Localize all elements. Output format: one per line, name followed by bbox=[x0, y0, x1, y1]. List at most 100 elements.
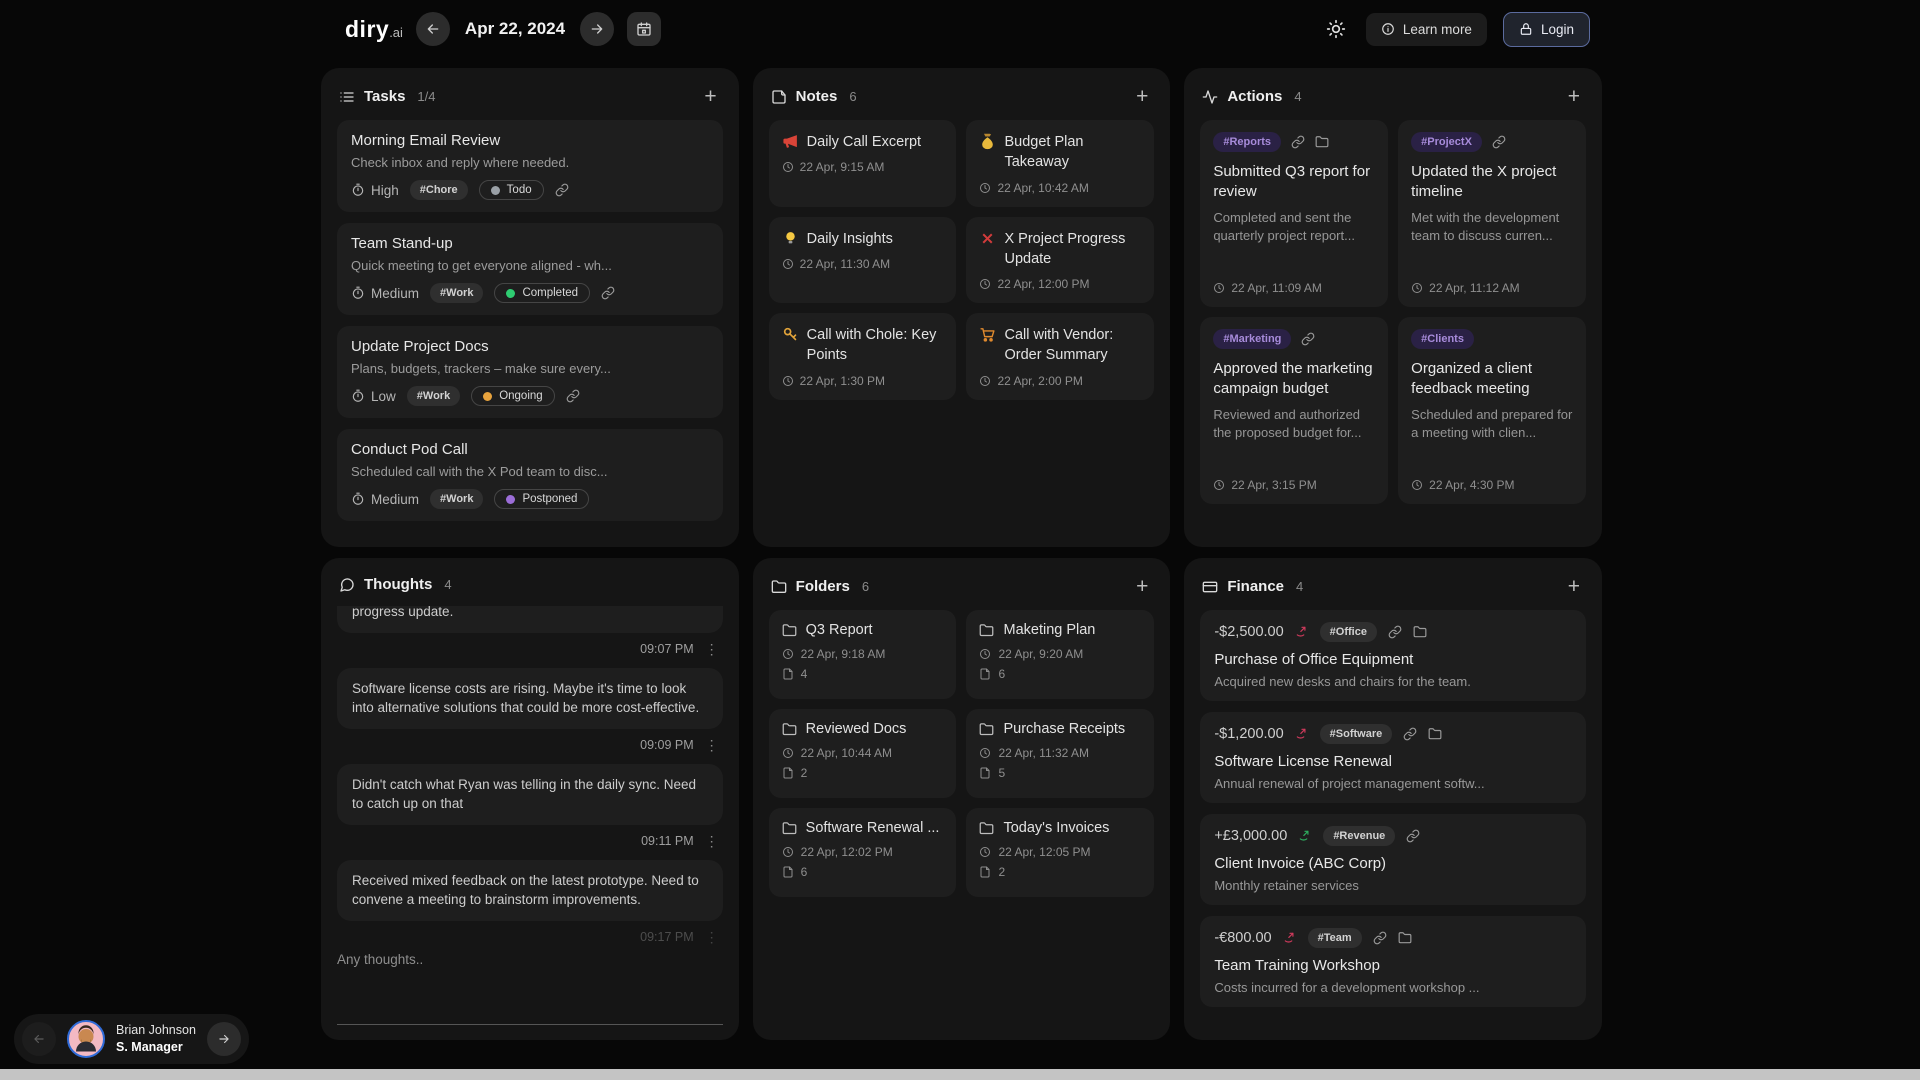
finance-card[interactable]: -$2,500.00 #Office Purchase of Office Eq… bbox=[1200, 610, 1586, 701]
thought-menu-button[interactable]: ⋮ bbox=[705, 833, 719, 850]
action-tag[interactable]: #ProjectX bbox=[1411, 132, 1482, 152]
folder-icon[interactable] bbox=[1413, 625, 1427, 639]
folder-icon[interactable] bbox=[1428, 727, 1442, 741]
task-description: Plans, budgets, trackers – make sure eve… bbox=[351, 361, 709, 376]
learn-more-button[interactable]: Learn more bbox=[1366, 13, 1487, 46]
avatar[interactable] bbox=[67, 1020, 105, 1058]
add-task-button[interactable]: + bbox=[700, 86, 720, 107]
action-card[interactable]: #Marketing Approved the marketing campai… bbox=[1200, 317, 1388, 504]
task-priority: Medium bbox=[351, 492, 419, 507]
folder-card[interactable]: Q3 Report 22 Apr, 9:18 AM 4 bbox=[769, 610, 957, 699]
calendar-button[interactable] bbox=[627, 12, 661, 46]
thought-time: 09:17 PM bbox=[640, 930, 694, 944]
note-card[interactable]: X Project Progress Update 22 Apr, 12:00 … bbox=[966, 217, 1154, 304]
next-user-button[interactable] bbox=[207, 1022, 241, 1056]
folder-card[interactable]: Maketing Plan 22 Apr, 9:20 AM 6 bbox=[966, 610, 1154, 699]
finance-tag[interactable]: #Revenue bbox=[1323, 826, 1395, 846]
finance-list: -$2,500.00 #Office Purchase of Office Eq… bbox=[1200, 610, 1586, 1018]
add-folder-button[interactable]: + bbox=[1132, 576, 1152, 597]
thought-input[interactable]: Any thoughts.. bbox=[337, 951, 723, 1025]
finance-tag[interactable]: #Software bbox=[1320, 724, 1393, 744]
link-icon[interactable] bbox=[1406, 829, 1420, 843]
finance-tag[interactable]: #Team bbox=[1308, 928, 1362, 948]
thought-bubble[interactable]: progress update. bbox=[337, 606, 723, 633]
folder-file-count: 2 bbox=[782, 766, 944, 780]
clock-icon bbox=[1213, 282, 1225, 294]
link-icon[interactable] bbox=[1492, 135, 1506, 149]
action-card[interactable]: #Reports Submitted Q3 report for review … bbox=[1200, 120, 1388, 307]
finance-card[interactable]: -€800.00 #Team Team Training Workshop Co… bbox=[1200, 916, 1586, 1007]
action-title: Updated the X project timeline bbox=[1411, 162, 1573, 201]
task-status-pill[interactable]: Ongoing bbox=[471, 386, 554, 406]
thought-bubble[interactable]: Didn't catch what Ryan was telling in th… bbox=[337, 764, 723, 825]
next-day-button[interactable] bbox=[580, 12, 614, 46]
action-tag[interactable]: #Marketing bbox=[1213, 329, 1291, 349]
folder-icon bbox=[979, 821, 994, 836]
app-logo[interactable]: diry.ai bbox=[345, 16, 403, 43]
link-icon[interactable] bbox=[1388, 625, 1402, 639]
add-note-button[interactable]: + bbox=[1132, 86, 1152, 107]
task-card[interactable]: Morning Email Review Check inbox and rep… bbox=[337, 120, 723, 212]
finance-amount: -$2,500.00 bbox=[1214, 624, 1283, 640]
action-card[interactable]: #ProjectX Updated the X project timeline… bbox=[1398, 120, 1586, 307]
task-status-pill[interactable]: Todo bbox=[479, 180, 544, 200]
folder-card[interactable]: Today's Invoices 22 Apr, 12:05 PM 2 bbox=[966, 808, 1154, 897]
link-icon[interactable] bbox=[1373, 931, 1387, 945]
note-card[interactable]: Budget Plan Takeaway 22 Apr, 10:42 AM bbox=[966, 120, 1154, 207]
folder-card[interactable]: Purchase Receipts 22 Apr, 11:32 AM 5 bbox=[966, 709, 1154, 798]
login-button[interactable]: Login bbox=[1503, 12, 1590, 47]
task-card[interactable]: Conduct Pod Call Scheduled call with the… bbox=[337, 429, 723, 521]
link-icon[interactable] bbox=[555, 183, 569, 197]
arrow-right-icon bbox=[217, 1032, 231, 1046]
action-card[interactable]: #Clients Organized a client feedback mee… bbox=[1398, 317, 1586, 504]
thoughts-list[interactable]: progress update. 09:07 PM ⋮ Software lic… bbox=[337, 606, 723, 951]
prev-day-button[interactable] bbox=[416, 12, 450, 46]
add-action-button[interactable]: + bbox=[1564, 86, 1584, 107]
thought-menu-button[interactable]: ⋮ bbox=[705, 737, 719, 754]
task-card[interactable]: Team Stand-up Quick meeting to get every… bbox=[337, 223, 723, 315]
file-icon bbox=[782, 767, 794, 779]
folder-icon[interactable] bbox=[1398, 931, 1412, 945]
note-card[interactable]: Call with Vendor: Order Summary 22 Apr, … bbox=[966, 313, 1154, 400]
link-icon[interactable] bbox=[1291, 135, 1305, 149]
note-card[interactable]: Daily Call Excerpt 22 Apr, 9:15 AM bbox=[769, 120, 957, 207]
task-tag[interactable]: #Work bbox=[430, 489, 483, 509]
thought-menu-button[interactable]: ⋮ bbox=[705, 929, 719, 946]
action-tag[interactable]: #Clients bbox=[1411, 329, 1474, 349]
finance-card[interactable]: -$1,200.00 #Software Software License Re… bbox=[1200, 712, 1586, 803]
link-icon[interactable] bbox=[1301, 332, 1315, 346]
task-tag[interactable]: #Work bbox=[430, 283, 483, 303]
folder-title: Maketing Plan bbox=[1003, 622, 1095, 638]
thought-menu-button[interactable]: ⋮ bbox=[705, 641, 719, 658]
link-icon[interactable] bbox=[601, 286, 615, 300]
folder-time: 22 Apr, 9:20 AM bbox=[979, 647, 1141, 661]
task-card[interactable]: Update Project Docs Plans, budgets, trac… bbox=[337, 326, 723, 418]
thought-item: Didn't catch what Ryan was telling in th… bbox=[337, 764, 723, 860]
folder-card[interactable]: Reviewed Docs 22 Apr, 10:44 AM 2 bbox=[769, 709, 957, 798]
note-card[interactable]: Daily Insights 22 Apr, 11:30 AM bbox=[769, 217, 957, 304]
folder-card[interactable]: Software Renewal ... 22 Apr, 12:02 PM 6 bbox=[769, 808, 957, 897]
prev-user-button[interactable] bbox=[22, 1022, 56, 1056]
thought-bubble[interactable]: Software license costs are rising. Maybe… bbox=[337, 668, 723, 729]
finance-card[interactable]: +£3,000.00 #Revenue Client Invoice (ABC … bbox=[1200, 814, 1586, 905]
task-status-pill[interactable]: Postponed bbox=[494, 489, 589, 509]
folder-title: Today's Invoices bbox=[1003, 820, 1109, 836]
task-tag[interactable]: #Chore bbox=[410, 180, 468, 200]
cashflow-icon bbox=[1298, 829, 1312, 843]
note-time: 22 Apr, 9:15 AM bbox=[782, 160, 944, 174]
task-tag[interactable]: #Work bbox=[407, 386, 460, 406]
note-title: X Project Progress Update bbox=[1004, 229, 1141, 270]
note-title: Budget Plan Takeaway bbox=[1004, 132, 1141, 173]
add-finance-button[interactable]: + bbox=[1564, 576, 1584, 597]
link-icon[interactable] bbox=[1403, 727, 1417, 741]
task-status-pill[interactable]: Completed bbox=[494, 283, 590, 303]
folder-icon[interactable] bbox=[1315, 135, 1329, 149]
thought-bubble[interactable]: Received mixed feedback on the latest pr… bbox=[337, 860, 723, 921]
note-card[interactable]: Call with Chole: Key Points 22 Apr, 1:30… bbox=[769, 313, 957, 400]
link-icon[interactable] bbox=[566, 389, 580, 403]
theme-toggle[interactable] bbox=[1322, 15, 1350, 43]
shopping-cart-icon bbox=[979, 326, 996, 343]
lock-icon bbox=[1519, 22, 1533, 36]
action-tag[interactable]: #Reports bbox=[1213, 132, 1281, 152]
finance-tag[interactable]: #Office bbox=[1320, 622, 1377, 642]
